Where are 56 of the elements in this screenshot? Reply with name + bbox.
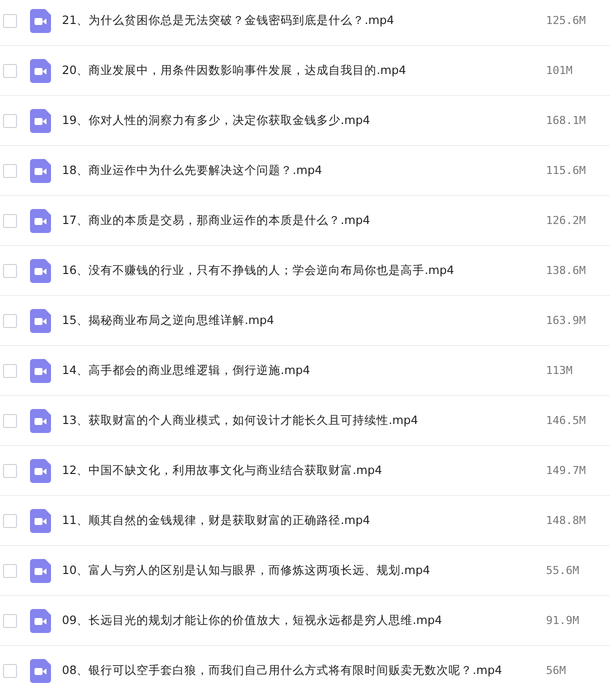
- file-name[interactable]: 11、顺其自然的金钱规律，财是获取财富的正确路径.mp4: [62, 513, 546, 528]
- video-file-icon: [30, 408, 51, 432]
- file-name[interactable]: 19、你对人性的洞察力有多少，决定你获取金钱多少.mp4: [62, 113, 546, 128]
- file-size: 91.9M: [546, 614, 580, 627]
- video-file-icon: [30, 558, 51, 582]
- file-size: 138.6M: [546, 264, 587, 277]
- file-size: 55.6M: [546, 564, 580, 577]
- video-file-icon: [30, 58, 51, 82]
- checkbox[interactable]: [3, 514, 17, 528]
- file-size: 101M: [546, 64, 574, 77]
- video-file-icon: [30, 608, 51, 632]
- file-size: 168.1M: [546, 114, 587, 127]
- checkbox[interactable]: [3, 14, 17, 28]
- video-file-icon: [30, 258, 51, 282]
- video-file-icon: [30, 658, 51, 682]
- file-name[interactable]: 14、高手都会的商业思维逻辑，倒行逆施.mp4: [62, 363, 546, 378]
- video-file-icon: [30, 458, 51, 482]
- file-name[interactable]: 21、为什么贫困你总是无法突破？金钱密码到底是什么？.mp4: [62, 13, 546, 28]
- file-size: 113M: [546, 364, 574, 377]
- file-name[interactable]: 16、没有不赚钱的行业，只有不挣钱的人；学会逆向布局你也是高手.mp4: [62, 263, 546, 278]
- video-file-icon: [30, 508, 51, 532]
- checkbox[interactable]: [3, 564, 17, 578]
- file-size: 115.6M: [546, 164, 587, 177]
- checkbox[interactable]: [3, 114, 17, 128]
- file-name[interactable]: 17、商业的本质是交易，那商业运作的本质是什么？.mp4: [62, 213, 546, 228]
- checkbox[interactable]: [3, 214, 17, 228]
- file-name[interactable]: 13、获取财富的个人商业模式，如何设计才能长久且可持续性.mp4: [62, 413, 546, 428]
- checkbox[interactable]: [3, 64, 17, 78]
- checkbox[interactable]: [3, 164, 17, 178]
- file-name[interactable]: 08、银行可以空手套白狼，而我们自己用什么方式将有限时间贩卖无数次呢？.mp4: [62, 663, 546, 678]
- file-name[interactable]: 12、中国不缺文化，利用故事文化与商业结合获取财富.mp4: [62, 463, 546, 478]
- checkbox[interactable]: [3, 264, 17, 278]
- file-size: 163.9M: [546, 314, 587, 327]
- video-file-icon: [30, 8, 51, 32]
- video-file-icon: [30, 208, 51, 232]
- checkbox[interactable]: [3, 464, 17, 478]
- file-size: 126.2M: [546, 214, 587, 227]
- file-size: 56M: [546, 664, 567, 677]
- checkbox[interactable]: [3, 614, 17, 628]
- file-name[interactable]: 10、富人与穷人的区别是认知与眼界，而修炼这两项长远、规划.mp4: [62, 563, 546, 578]
- file-name[interactable]: 15、揭秘商业布局之逆向思维详解.mp4: [62, 313, 546, 328]
- file-name[interactable]: 18、商业运作中为什么先要解决这个问题？.mp4: [62, 163, 546, 178]
- checkbox[interactable]: [3, 364, 17, 378]
- video-file-icon: [30, 308, 51, 332]
- file-size: 148.8M: [546, 514, 587, 527]
- checkbox[interactable]: [3, 314, 17, 328]
- file-name[interactable]: 20、商业发展中，用条件因数影响事件发展，达成自我目的.mp4: [62, 63, 546, 78]
- checkbox[interactable]: [3, 664, 17, 678]
- video-file-icon: [30, 158, 51, 182]
- file-size: 146.5M: [546, 414, 587, 427]
- video-file-icon: [30, 358, 51, 382]
- checkbox[interactable]: [3, 414, 17, 428]
- file-size: 125.6M: [546, 14, 587, 27]
- file-size: 149.7M: [546, 464, 587, 477]
- file-name[interactable]: 09、长远目光的规划才能让你的价值放大，短视永远都是穷人思维.mp4: [62, 613, 546, 628]
- video-file-icon: [30, 108, 51, 132]
